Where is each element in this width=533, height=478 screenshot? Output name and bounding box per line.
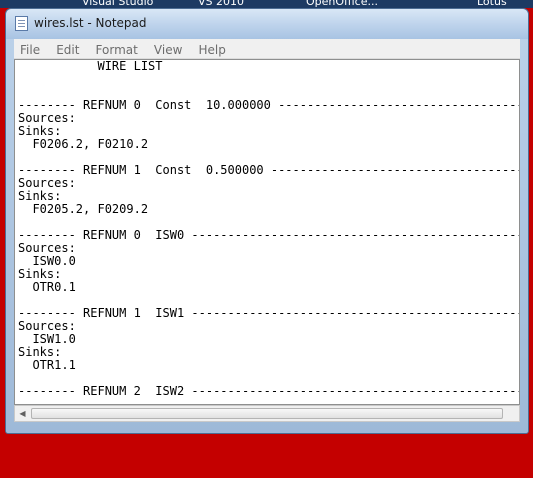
text-editor[interactable]: WIRE LIST -------- REFNUM 0 Const 10.000… <box>14 59 520 405</box>
text-line: -------- REFNUM 1 ISW1 -----------------… <box>18 306 520 320</box>
taskbar-item[interactable]: Lotus <box>477 0 507 8</box>
text-line: -------- REFNUM 1 Const 0.500000 -------… <box>18 163 520 177</box>
taskbar-strip: Visual Studio VS 2010 OpenOffice... Lotu… <box>0 0 533 8</box>
scroll-thumb[interactable] <box>31 408 503 419</box>
menu-format[interactable]: Format <box>90 41 143 57</box>
menu-edit[interactable]: Edit <box>50 41 84 57</box>
text-line: ISW1.0 <box>18 332 76 346</box>
horizontal-scrollbar[interactable]: ◀ <box>14 405 520 422</box>
menu-file[interactable]: File <box>14 41 45 57</box>
window-title: wires.lst - Notepad <box>34 16 147 30</box>
menu-view[interactable]: View <box>148 41 187 57</box>
taskbar-item[interactable]: VS 2010 <box>198 0 244 8</box>
text-line: F0205.2, F0209.2 <box>18 202 149 216</box>
text-line: ISW0.0 <box>18 254 76 268</box>
text-line: OTR1.1 <box>18 358 76 372</box>
editor-content[interactable]: WIRE LIST -------- REFNUM 0 Const 10.000… <box>15 60 519 398</box>
text-line: Sources: <box>18 319 76 333</box>
taskbar-item[interactable]: OpenOffice... <box>306 0 378 8</box>
scroll-left-icon[interactable]: ◀ <box>17 408 28 419</box>
menu-help[interactable]: Help <box>193 41 231 57</box>
menu-bar: File Edit Format View Help <box>14 39 520 59</box>
taskbar-item[interactable]: Visual Studio <box>82 0 153 8</box>
text-line: F0206.2, F0210.2 <box>18 137 149 151</box>
text-line: OTR0.1 <box>18 280 76 294</box>
text-line: Sources: <box>18 241 76 255</box>
notepad-window: wires.lst - Notepad File Edit Format Vie… <box>5 8 529 434</box>
text-line: Sources: <box>18 111 76 125</box>
text-line <box>18 73 519 86</box>
text-line: -------- REFNUM 0 ISW0 -----------------… <box>18 228 520 242</box>
text-line: Sinks: <box>18 267 62 281</box>
text-line: -------- REFNUM 2 ISW2 -----------------… <box>18 384 520 398</box>
text-line: Sinks: <box>18 345 62 359</box>
text-line: WIRE LIST <box>18 59 163 73</box>
notepad-icon[interactable] <box>15 16 28 31</box>
text-line: Sources: <box>18 176 76 190</box>
text-line: -------- REFNUM 0 Const 10.000000 ------… <box>18 98 520 112</box>
title-bar[interactable]: wires.lst - Notepad <box>6 9 528 39</box>
